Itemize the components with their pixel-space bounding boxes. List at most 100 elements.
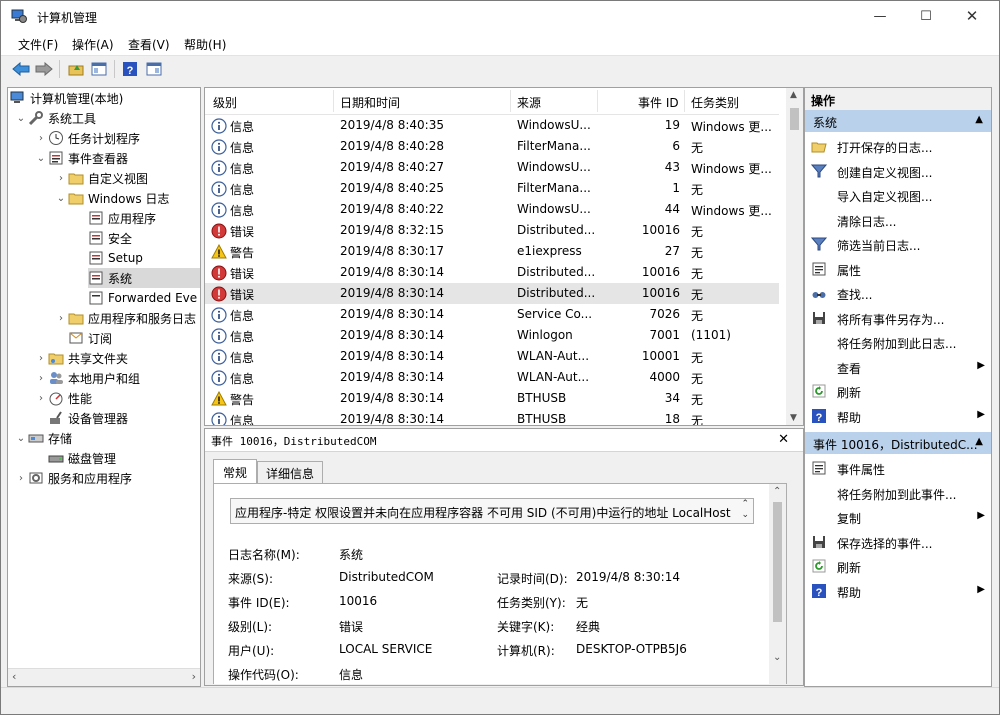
create-custom-view-action[interactable]: 创建自定义视图... xyxy=(805,159,991,183)
column-separator[interactable] xyxy=(510,90,511,112)
event-message-box[interactable]: 应用程序-特定 权限设置并未向在应用程序容器 不可用 SID (不可用)中运行的… xyxy=(230,498,754,524)
column-level[interactable]: 级别 xyxy=(213,94,237,111)
event-properties-action[interactable]: 事件属性 xyxy=(805,456,991,480)
event-row[interactable]: 信息 2019/4/8 8:30:14 BTHUSB 18 无 xyxy=(205,409,779,425)
tree-windows-logs[interactable]: ⌄ Windows 日志 xyxy=(54,188,170,208)
help-button[interactable]: ? xyxy=(120,59,140,79)
scroll-down-icon[interactable]: ⌄ xyxy=(773,652,781,663)
filter-current-log-action[interactable]: 筛选当前日志... xyxy=(805,232,991,256)
event-row[interactable]: 信息 2019/4/8 8:30:14 Service Co... 7026 无 xyxy=(205,304,779,325)
back-button[interactable] xyxy=(11,59,31,79)
open-saved-log-action[interactable]: 打开保存的日志... xyxy=(805,134,991,158)
event-row[interactable]: 错误 2019/4/8 8:30:14 Distributed... 10016 无 xyxy=(205,283,779,304)
expand-icon[interactable]: › xyxy=(34,373,48,384)
collapse-icon[interactable]: ⌄ xyxy=(54,193,68,204)
collapse-group-icon[interactable]: ▲ xyxy=(975,436,983,447)
collapse-group-icon[interactable]: ▲ xyxy=(975,114,983,125)
event-row[interactable]: 信息 2019/4/8 8:40:22 WindowsU... 44 Windows 更… xyxy=(205,199,779,220)
tree-log-application[interactable]: 应用程序 xyxy=(88,208,156,228)
tree-services-apps[interactable]: › 服务和应用程序 xyxy=(14,468,132,488)
expand-icon[interactable]: › xyxy=(14,473,28,484)
menu-file[interactable]: 文件(F) xyxy=(18,36,58,53)
column-separator[interactable] xyxy=(333,90,334,112)
collapse-icon[interactable]: ⌄ xyxy=(34,153,48,164)
tab-general[interactable]: 常规 xyxy=(213,459,257,485)
scroll-up-icon[interactable]: ⌃ xyxy=(773,486,781,497)
menu-help[interactable]: 帮助(H) xyxy=(184,36,226,53)
tree-subscriptions[interactable]: 订阅 xyxy=(68,328,112,348)
menu-view[interactable]: 查看(V) xyxy=(128,36,170,53)
tree-log-forwarded[interactable]: Forwarded Eve xyxy=(88,288,197,308)
import-custom-view-action[interactable]: 导入自定义视图... xyxy=(805,183,991,207)
show-hide-tree-button[interactable] xyxy=(89,59,109,79)
column-separator[interactable] xyxy=(684,90,685,112)
actions-group-event[interactable]: 事件 10016，DistributedC... ▲ xyxy=(805,432,991,454)
view-action[interactable]: 查看 ▶ xyxy=(805,355,991,379)
refresh-action[interactable]: 刷新 xyxy=(805,379,991,403)
event-row[interactable]: 信息 2019/4/8 8:40:27 WindowsU... 43 Windows 更… xyxy=(205,157,779,178)
help-event-action[interactable]: ? 帮助 ▶ xyxy=(805,579,991,603)
event-row[interactable]: 信息 2019/4/8 8:40:25 FilterMana... 1 无 xyxy=(205,178,779,199)
up-level-button[interactable] xyxy=(66,59,86,79)
tree-disk-management[interactable]: 磁盘管理 xyxy=(48,448,116,468)
menu-action[interactable]: 操作(A) xyxy=(72,36,114,53)
scroll-right-icon[interactable]: › xyxy=(192,670,196,683)
event-list-scrollbar[interactable]: ▲ ▼ xyxy=(786,88,803,425)
help-action[interactable]: ? 帮助 ▶ xyxy=(805,404,991,428)
collapse-icon[interactable]: ⌄ xyxy=(14,433,28,444)
tree-apps-services-logs[interactable]: › 应用程序和服务日志 xyxy=(54,308,196,328)
find-action[interactable]: 查找... xyxy=(805,281,991,305)
scrollbar-thumb[interactable] xyxy=(790,108,799,130)
tree-system-tools[interactable]: ⌄ 系统工具 xyxy=(14,108,96,128)
column-source[interactable]: 来源 xyxy=(517,94,541,111)
collapse-icon[interactable]: ⌄ xyxy=(14,113,28,124)
expand-icon[interactable]: › xyxy=(34,133,48,144)
scrollbar-thumb[interactable] xyxy=(773,502,782,622)
tree-shared-folders[interactable]: › 共享文件夹 xyxy=(34,348,128,368)
close-detail-icon[interactable]: ✕ xyxy=(778,432,789,447)
tree-root[interactable]: 计算机管理(本地) xyxy=(10,88,123,108)
forward-button[interactable] xyxy=(34,59,54,79)
clear-log-action[interactable]: 清除日志... xyxy=(805,208,991,232)
tree-storage[interactable]: ⌄ 存储 xyxy=(14,428,72,448)
event-row[interactable]: 错误 2019/4/8 8:32:15 Distributed... 10016 无 xyxy=(205,220,779,241)
column-date[interactable]: 日期和时间 xyxy=(340,94,400,111)
show-action-pane-button[interactable] xyxy=(144,59,164,79)
column-task-category[interactable]: 任务类别 xyxy=(691,94,739,111)
event-row[interactable]: 信息 2019/4/8 8:30:14 Winlogon 7001 (1101) xyxy=(205,325,779,346)
event-row[interactable]: 信息 2019/4/8 8:30:14 WLAN-Aut... 10001 无 xyxy=(205,346,779,367)
event-row[interactable]: 警告 2019/4/8 8:30:17 e1iexpress 27 无 xyxy=(205,241,779,262)
maximize-button[interactable]: ☐ xyxy=(903,1,949,31)
tree-log-security[interactable]: 安全 xyxy=(88,228,132,248)
save-all-events-action[interactable]: 将所有事件另存为... xyxy=(805,306,991,330)
save-selected-events-action[interactable]: 保存选择的事件... xyxy=(805,530,991,554)
scroll-up-icon[interactable]: ▲ xyxy=(790,90,797,100)
event-row[interactable]: 警告 2019/4/8 8:30:14 BTHUSB 34 无 xyxy=(205,388,779,409)
event-row[interactable]: 信息 2019/4/8 8:40:35 WindowsU... 19 Windows 更… xyxy=(205,115,779,136)
message-spin-icon[interactable]: ⌃ ⌄ xyxy=(741,499,749,521)
minimize-button[interactable]: — xyxy=(857,1,903,31)
expand-icon[interactable]: › xyxy=(34,393,48,404)
properties-action[interactable]: 属性 xyxy=(805,257,991,281)
refresh-event-action[interactable]: 刷新 xyxy=(805,554,991,578)
tree-device-manager[interactable]: 设备管理器 xyxy=(48,408,128,428)
tree-horizontal-scrollbar[interactable]: ‹ › xyxy=(8,668,200,686)
scroll-left-icon[interactable]: ‹ xyxy=(12,670,16,683)
close-button[interactable]: ✕ xyxy=(949,1,995,31)
tab-details[interactable]: 详细信息 xyxy=(257,461,323,485)
detail-scrollbar[interactable]: ⌃ ⌄ xyxy=(769,484,786,684)
tree-task-scheduler[interactable]: › 任务计划程序 xyxy=(34,128,140,148)
actions-group-system[interactable]: 系统 ▲ xyxy=(805,110,991,132)
tree-local-users[interactable]: › 本地用户和组 xyxy=(34,368,140,388)
expand-icon[interactable]: › xyxy=(34,353,48,364)
tree-log-setup[interactable]: Setup xyxy=(88,248,143,268)
expand-icon[interactable]: › xyxy=(54,313,68,324)
scroll-down-icon[interactable]: ▼ xyxy=(790,413,797,423)
column-event-id[interactable]: 事件 ID xyxy=(638,94,679,111)
tree-event-viewer[interactable]: ⌄ 事件查看器 xyxy=(34,148,128,168)
event-row[interactable]: 信息 2019/4/8 8:30:14 WLAN-Aut... 4000 无 xyxy=(205,367,779,388)
tree-performance[interactable]: › 性能 xyxy=(34,388,92,408)
attach-task-to-log-action[interactable]: 将任务附加到此日志... xyxy=(805,330,991,354)
tree-custom-views[interactable]: › 自定义视图 xyxy=(54,168,148,188)
tree-log-system[interactable]: 系统 xyxy=(88,268,200,288)
